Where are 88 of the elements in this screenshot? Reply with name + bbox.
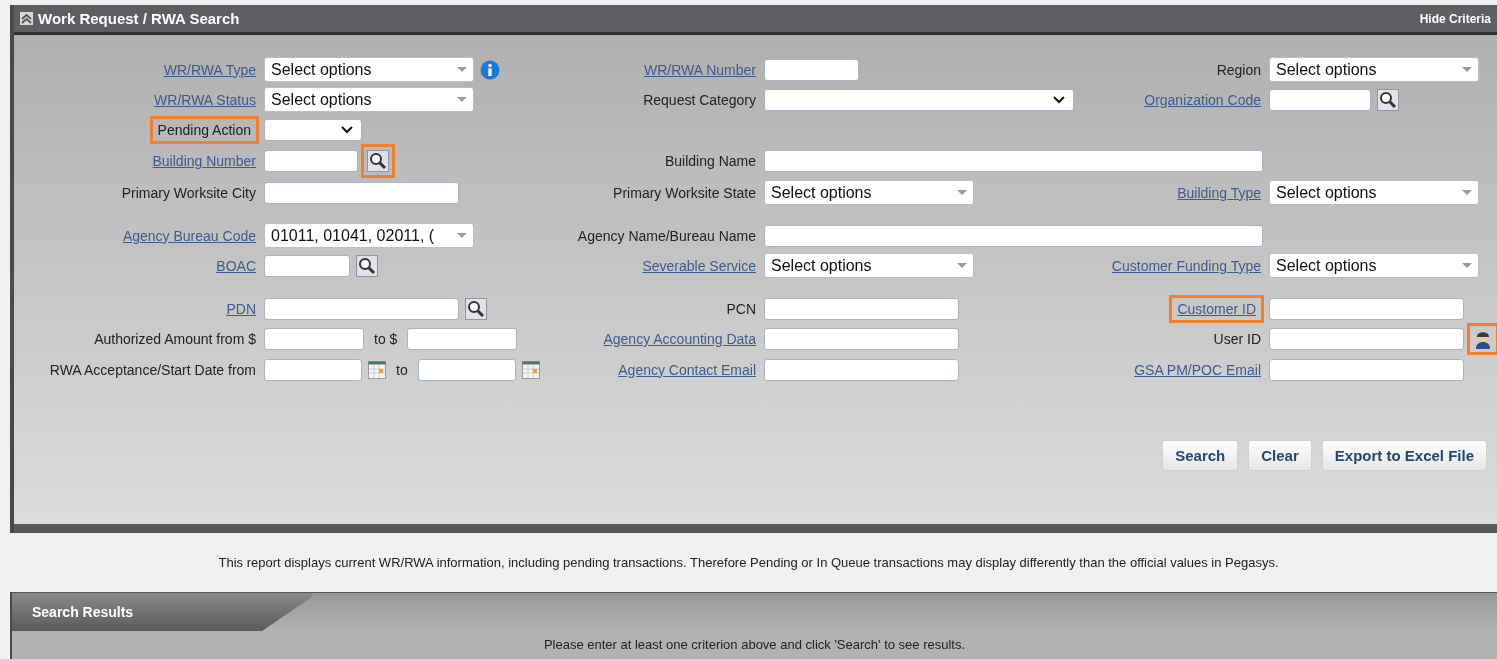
text-field[interactable] <box>764 358 959 381</box>
action-button[interactable]: Export to Excel File <box>1321 440 1487 471</box>
multiselect-dropdown[interactable]: Select options <box>764 253 974 278</box>
text-field[interactable] <box>417 358 516 381</box>
text-field[interactable] <box>264 328 364 350</box>
field-label: PCN <box>725 299 757 319</box>
action-button[interactable]: Clear <box>1248 440 1312 471</box>
field-label: User ID <box>1212 330 1262 349</box>
caret-icon <box>457 97 467 102</box>
chevron-down-icon <box>1053 95 1065 104</box>
field-label: Pending Action <box>152 118 256 141</box>
text-field[interactable] <box>764 328 959 350</box>
panel-title: Work Request / RWA Search <box>20 10 240 27</box>
field-label: Region <box>1215 60 1262 80</box>
field-label[interactable]: WR/RWA Type <box>161 59 258 80</box>
multiselect-dropdown[interactable]: Select options <box>1269 180 1479 205</box>
field-label[interactable]: Severable Service <box>640 255 758 276</box>
chevron-down-icon <box>341 125 353 134</box>
multiselect-dropdown[interactable]: Select options <box>764 180 974 205</box>
field-label[interactable]: Agency Bureau Code <box>120 225 258 246</box>
dropdown[interactable] <box>764 88 1074 111</box>
caret-icon <box>1462 263 1472 268</box>
text-field[interactable] <box>264 297 459 320</box>
field-label: Request Category <box>642 90 757 110</box>
text-field[interactable] <box>264 150 358 172</box>
calendar-icon[interactable] <box>368 360 386 379</box>
text-field[interactable] <box>264 181 459 204</box>
caret-icon <box>957 263 967 268</box>
field-label: Primary Worksite State <box>612 183 757 203</box>
text-field[interactable] <box>1269 297 1464 320</box>
search-button[interactable] <box>465 297 487 320</box>
field-label: Authorized Amount from $ <box>93 330 257 349</box>
field-label[interactable]: WR/RWA Status <box>152 89 258 110</box>
range-label: to $ <box>373 331 399 347</box>
multiselect-dropdown[interactable]: Select options <box>264 57 474 82</box>
field-label[interactable]: Customer Funding Type <box>1109 255 1263 276</box>
text-field[interactable] <box>1269 88 1371 111</box>
field-label: Agency Name/Bureau Name <box>576 226 757 246</box>
search-button[interactable] <box>356 254 378 277</box>
collapse-icon[interactable] <box>20 12 33 25</box>
info-icon[interactable] <box>480 59 500 80</box>
search-button[interactable] <box>364 147 392 175</box>
search-icon <box>356 254 378 277</box>
field-label[interactable]: Building Number <box>150 151 258 171</box>
caret-icon <box>457 233 467 238</box>
calendar-icon[interactable] <box>521 360 540 379</box>
text-field[interactable] <box>764 297 959 320</box>
field-label: Primary Worksite City <box>120 183 257 203</box>
field-label[interactable]: Agency Accounting Data <box>601 329 758 349</box>
text-field[interactable] <box>1269 358 1464 381</box>
text-field[interactable] <box>264 358 362 381</box>
search-icon <box>465 297 487 320</box>
caret-icon <box>1462 190 1472 195</box>
text-field[interactable] <box>1269 328 1464 350</box>
user-icon <box>1473 329 1493 349</box>
multiselect-dropdown[interactable]: Select options <box>264 87 474 112</box>
multiselect-dropdown[interactable]: Select options <box>1269 253 1479 278</box>
text-field[interactable] <box>407 328 518 350</box>
multiselect-dropdown[interactable]: Select options <box>1269 57 1479 82</box>
field-label[interactable]: PDN <box>224 298 258 319</box>
caret-icon <box>1462 67 1472 72</box>
search-icon <box>1377 88 1399 111</box>
field-label[interactable]: Customer ID <box>1172 297 1261 320</box>
text-field[interactable] <box>764 58 859 81</box>
hide-criteria-link[interactable]: Hide Criteria <box>1419 11 1491 26</box>
results-header: Search Results <box>12 593 312 631</box>
search-icon <box>367 150 389 172</box>
dropdown[interactable] <box>264 118 362 141</box>
notice-text: This report displays current WR/RWA information, including pending transactions. Therefore Pending or In Queue transactions may display differently than the official values in Pegasys. <box>218 555 1279 570</box>
search-button[interactable] <box>1377 88 1399 111</box>
field-label[interactable]: Agency Contact Email <box>616 359 758 380</box>
field-label[interactable]: Organization Code <box>1142 89 1263 110</box>
field-label: Building Name <box>663 152 757 171</box>
results-message: Please enter at least one criterion above and click 'Search' to see results. <box>543 637 966 652</box>
field-label[interactable]: BOAC <box>214 255 258 276</box>
field-label[interactable]: GSA PM/POC Email <box>1132 359 1263 380</box>
user-lookup-button[interactable] <box>1470 326 1496 352</box>
field-label[interactable]: WR/RWA Number <box>642 59 758 80</box>
text-field[interactable] <box>764 224 1263 247</box>
text-field[interactable] <box>264 254 350 277</box>
caret-icon <box>457 67 467 72</box>
multiselect-dropdown[interactable]: 01011, 01041, 02011, ( <box>264 223 474 248</box>
action-button[interactable]: Search <box>1162 440 1239 471</box>
caret-icon <box>957 190 967 195</box>
range-label: to <box>395 361 409 378</box>
field-label: RWA Acceptance/Start Date from <box>48 360 257 380</box>
text-field[interactable] <box>764 150 1263 172</box>
field-label[interactable]: Building Type <box>1175 182 1263 203</box>
